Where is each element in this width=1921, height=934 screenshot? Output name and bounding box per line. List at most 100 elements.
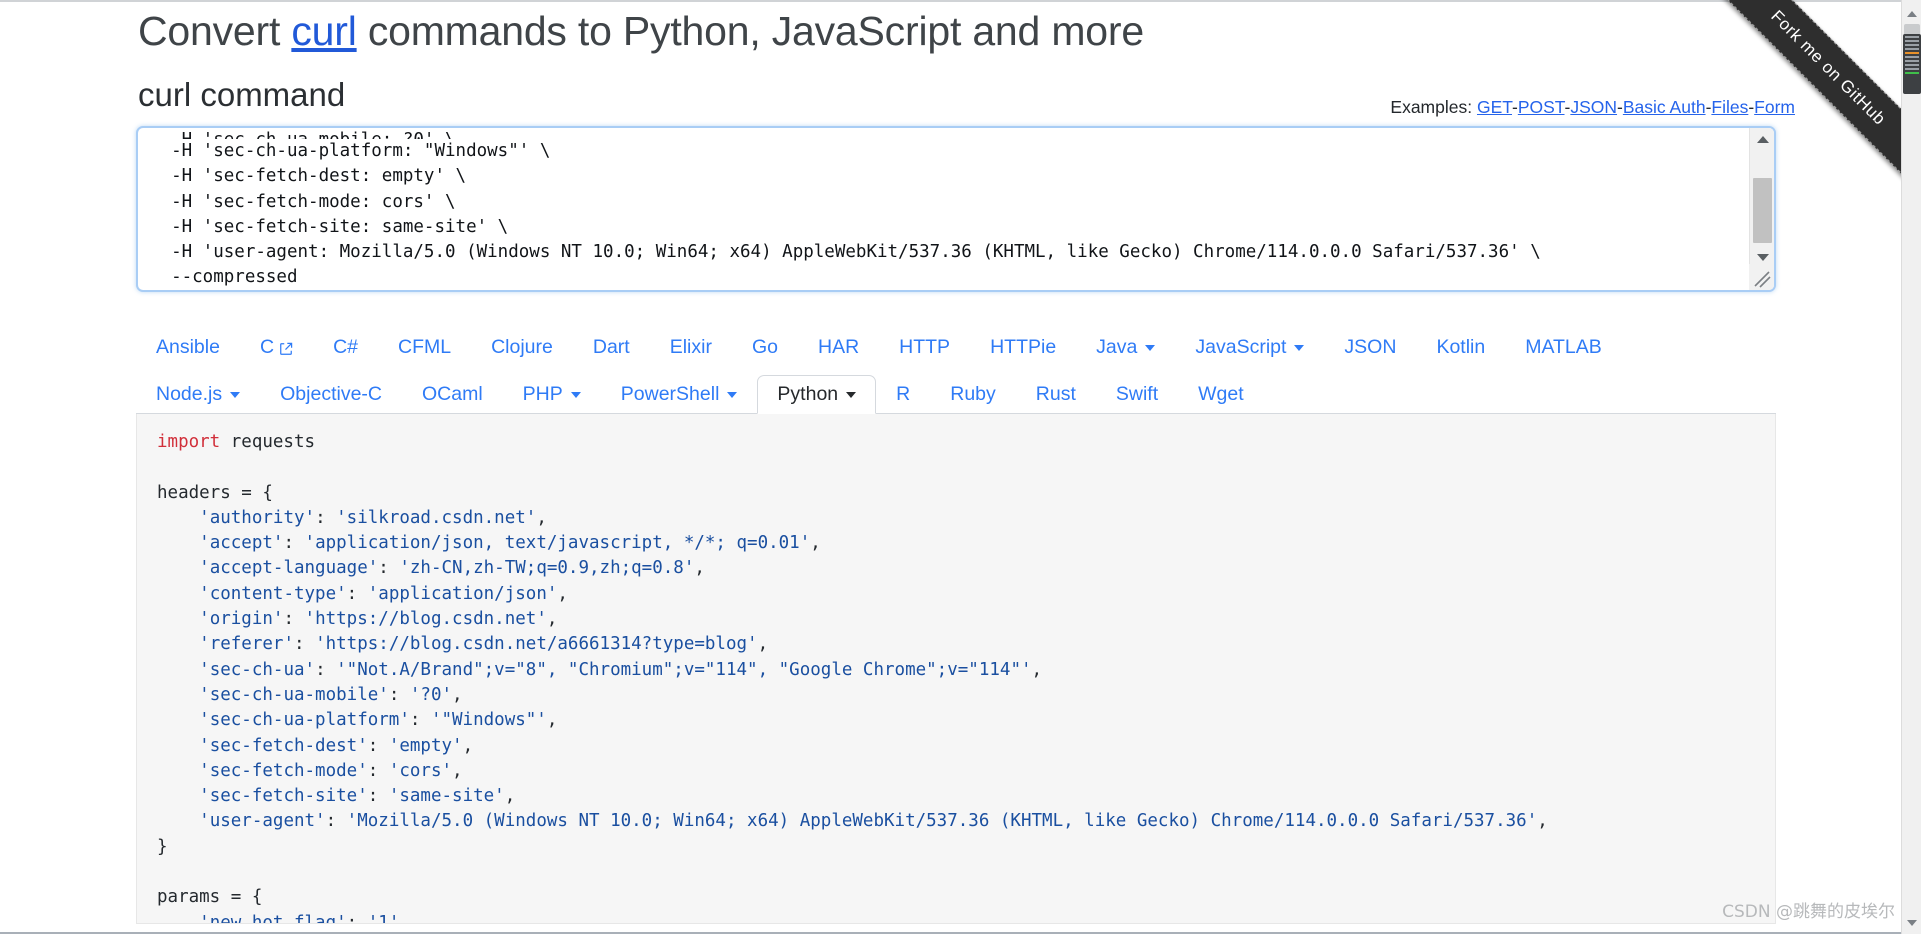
tab-rust[interactable]: Rust bbox=[1016, 375, 1096, 415]
resize-grip-icon[interactable] bbox=[1749, 264, 1774, 290]
tab-javascript[interactable]: JavaScript bbox=[1175, 328, 1324, 368]
code-token: } bbox=[157, 836, 168, 857]
curl-command-input[interactable]: -H 'sec-ch-ua-mobile: ?0' \ -H 'sec-ch-u… bbox=[136, 126, 1776, 292]
code-token: 'Mozilla/5.0 (Windows NT 10.0; Win64; x6… bbox=[346, 811, 1538, 832]
tab-label: Objective-C bbox=[280, 382, 382, 405]
example-link-files[interactable]: Files bbox=[1711, 97, 1748, 117]
tab-label: Python bbox=[777, 382, 839, 405]
tab-objective-c[interactable]: Objective-C bbox=[260, 375, 402, 415]
code-token: : bbox=[367, 786, 389, 807]
code-token: '1' bbox=[367, 912, 400, 924]
chevron-down-icon bbox=[1294, 345, 1305, 352]
tab-kotlin[interactable]: Kotlin bbox=[1416, 328, 1505, 368]
code-token: 'https://blog.csdn.net/a6661314?type=blo… bbox=[315, 634, 758, 655]
browser-scroll-up-icon[interactable] bbox=[1902, 4, 1921, 23]
example-link-post[interactable]: POST bbox=[1518, 97, 1565, 117]
tab-ocaml[interactable]: OCaml bbox=[402, 375, 503, 415]
tab-clojure[interactable]: Clojure bbox=[471, 328, 573, 368]
language-tab-row-2: Node.js Objective-C OCaml PHP PowerShell Pyth… bbox=[136, 367, 1776, 414]
code-token: , bbox=[757, 634, 769, 655]
tab-label: HTTPie bbox=[990, 335, 1057, 358]
tab-json[interactable]: JSON bbox=[1324, 328, 1416, 368]
tab-dart[interactable]: Dart bbox=[573, 328, 650, 368]
code-token: , bbox=[462, 735, 474, 756]
page-content: Convert curl commands to Python, JavaScr… bbox=[0, 2, 1900, 934]
tab-http[interactable]: HTTP bbox=[879, 328, 970, 368]
code-token: : bbox=[409, 710, 431, 731]
tab-python[interactable]: Python bbox=[757, 374, 877, 414]
curl-command-text[interactable]: -H 'sec-ch-ua-mobile: ?0' \ -H 'sec-ch-u… bbox=[138, 128, 1746, 290]
tab-label: OCaml bbox=[422, 382, 483, 405]
tab-label: Ruby bbox=[950, 382, 996, 405]
code-token: 'silkroad.csdn.net' bbox=[336, 507, 537, 528]
example-link-json[interactable]: JSON bbox=[1570, 97, 1617, 117]
tab-php[interactable]: PHP bbox=[503, 375, 601, 415]
scroll-up-arrow-icon[interactable] bbox=[1750, 128, 1774, 150]
tab-elixir[interactable]: Elixir bbox=[650, 328, 732, 368]
code-token: : bbox=[388, 684, 410, 705]
browser-viewport: Convert curl commands to Python, JavaScr… bbox=[0, 0, 1921, 934]
tab-c[interactable]: C# bbox=[313, 328, 378, 368]
tab-label: HAR bbox=[817, 335, 860, 358]
code-token: : bbox=[325, 811, 347, 832]
code-token: , bbox=[810, 533, 821, 554]
code-token: , bbox=[452, 760, 463, 781]
tab-label: Go bbox=[751, 335, 778, 358]
tab-swift[interactable]: Swift bbox=[1096, 375, 1178, 415]
code-token: '"Windows"' bbox=[430, 710, 547, 731]
tab-node-js[interactable]: Node.js bbox=[136, 375, 260, 415]
code-token: 'application/json, text/javascript, */*;… bbox=[304, 533, 811, 554]
chevron-down-icon bbox=[846, 392, 857, 399]
scrollbar-find-marks bbox=[1903, 34, 1921, 94]
tab-ansible[interactable]: Ansible bbox=[136, 328, 240, 368]
code-token: , bbox=[504, 786, 516, 807]
tab-httpie[interactable]: HTTPie bbox=[970, 328, 1076, 368]
tab-label: Elixir bbox=[669, 335, 712, 358]
tab-ruby[interactable]: Ruby bbox=[930, 375, 1016, 415]
tab-cfml[interactable]: CFML bbox=[378, 328, 471, 368]
tab-har[interactable]: HAR bbox=[798, 328, 879, 368]
code-token: : bbox=[346, 583, 368, 604]
code-token: 'content-type' bbox=[199, 583, 347, 604]
code-token: '?0' bbox=[409, 684, 453, 705]
example-link-form[interactable]: Form bbox=[1754, 97, 1795, 117]
generated-code-text[interactable]: import requests headers = { 'authority':… bbox=[137, 414, 1775, 924]
tab-c[interactable]: C bbox=[240, 328, 313, 368]
code-token: 'sec-fetch-mode' bbox=[199, 760, 368, 781]
tab-wget[interactable]: Wget bbox=[1178, 375, 1264, 415]
tab-powershell[interactable]: PowerShell bbox=[601, 375, 758, 415]
code-token: : bbox=[346, 912, 368, 924]
code-token: , bbox=[546, 609, 558, 630]
code-token: 'https://blog.csdn.net' bbox=[304, 609, 547, 630]
code-token: 'sec-fetch-site' bbox=[199, 786, 368, 807]
code-token: , bbox=[694, 558, 705, 579]
tab-r[interactable]: R bbox=[876, 375, 930, 415]
code-token: 'sec-ch-ua-mobile' bbox=[199, 684, 389, 705]
example-link-basic-auth[interactable]: Basic Auth bbox=[1623, 97, 1706, 117]
resize-grip-svg bbox=[1754, 271, 1771, 288]
scrollbar-thumb[interactable] bbox=[1753, 178, 1772, 243]
code-token: 'sec-ch-ua-platform' bbox=[199, 710, 410, 731]
chevron-down-icon bbox=[727, 392, 738, 399]
watermark: CSDN @跳舞的皮埃尔 bbox=[1722, 902, 1895, 922]
code-token: : bbox=[315, 659, 337, 680]
tab-java[interactable]: Java bbox=[1076, 328, 1175, 368]
tab-go[interactable]: Go bbox=[732, 328, 798, 368]
code-token: 'cors' bbox=[388, 760, 453, 781]
example-link-get[interactable]: GET bbox=[1477, 97, 1512, 117]
browser-scroll-down-icon[interactable] bbox=[1902, 913, 1921, 932]
section-title: curl command bbox=[138, 76, 346, 113]
language-tabs: Ansible C C# CFML Clojure Dart Elixir Go HAR HTTP… bbox=[136, 320, 1776, 414]
tab-matlab[interactable]: MATLAB bbox=[1505, 328, 1622, 368]
code-token: : bbox=[283, 609, 305, 630]
code-token: : bbox=[367, 760, 389, 781]
curl-link[interactable]: curl bbox=[291, 8, 356, 54]
browser-scrollbar[interactable] bbox=[1901, 0, 1921, 934]
code-token: requests bbox=[220, 432, 316, 452]
